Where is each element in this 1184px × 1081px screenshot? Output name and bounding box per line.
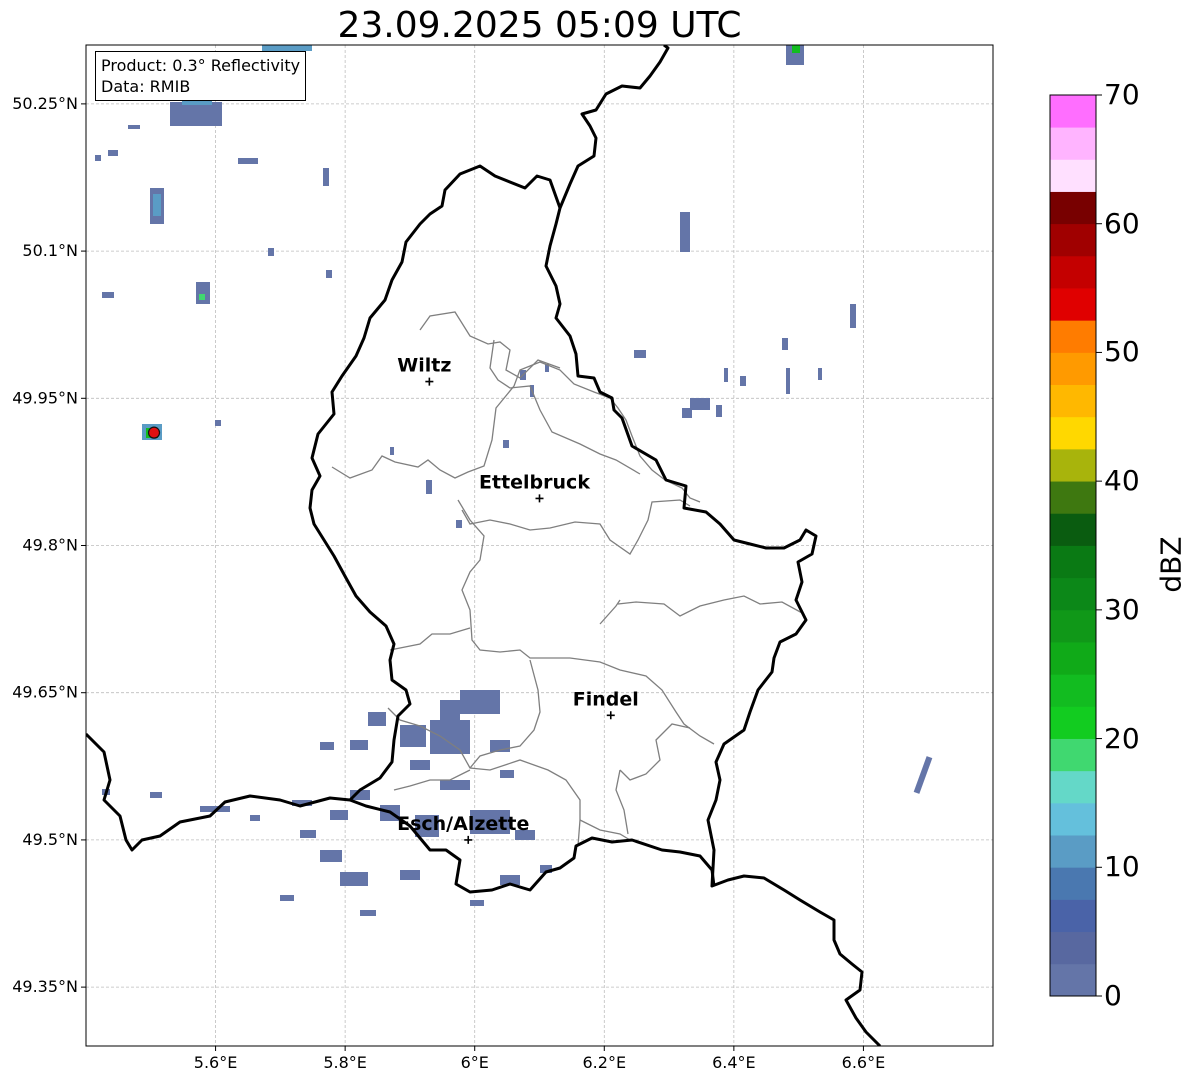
colorbar-segment bbox=[1050, 674, 1096, 707]
info-box: Product: 0.3° Reflectivity Data: RMIB bbox=[95, 51, 307, 101]
colorbar-segment bbox=[1050, 545, 1096, 579]
lon-tick-label: 6.6°E bbox=[842, 1053, 886, 1072]
colorbar-segment bbox=[1050, 899, 1096, 933]
lat-tick-label: 49.95°N bbox=[12, 388, 78, 407]
radar-map: 50.25°N 50.1°N 49.95°N 49.8°N 49.65°N 49.5°N 4… bbox=[12, 44, 1102, 1072]
data-source-label: Data: RMIB bbox=[101, 77, 191, 96]
colorbar-segment bbox=[1050, 191, 1096, 225]
city-label: Findel bbox=[573, 688, 639, 710]
colorbar-segment bbox=[1050, 320, 1096, 353]
radar-site-marker bbox=[147, 426, 161, 439]
colorbar-segment bbox=[1050, 416, 1096, 450]
colorbar-segment bbox=[1050, 802, 1096, 836]
colorbar-segment bbox=[1050, 931, 1096, 965]
colorbar-segment bbox=[1050, 770, 1096, 804]
city-marker: Wiltz bbox=[397, 355, 451, 386]
city-plus-icon bbox=[425, 377, 434, 386]
colorbar-tick-label: 30 bbox=[1104, 592, 1140, 626]
product-label: Product: 0.3° Reflectivity bbox=[101, 56, 301, 75]
colorbar-tick-label: 70 bbox=[1104, 78, 1140, 111]
city-label: Ettelbruck bbox=[479, 471, 590, 493]
colorbar-segment bbox=[1050, 384, 1096, 418]
district-borders bbox=[331, 311, 805, 847]
colorbar-segment bbox=[1050, 963, 1096, 997]
gridlines bbox=[86, 45, 993, 1046]
city-plus-icon bbox=[535, 494, 544, 503]
lon-tick-label: 6.2°E bbox=[583, 1053, 627, 1072]
colorbar-segment bbox=[1050, 448, 1096, 482]
lat-tick-label: 49.65°N bbox=[12, 683, 78, 702]
lon-tick-label: 6°E bbox=[461, 1053, 489, 1072]
city-marker: Ettelbruck bbox=[479, 471, 590, 503]
colorbar-segment bbox=[1050, 255, 1096, 289]
colorbar-segment bbox=[1050, 481, 1096, 514]
colorbar-segment bbox=[1050, 223, 1096, 257]
colorbar-segment bbox=[1050, 127, 1096, 160]
colorbar-segment bbox=[1050, 513, 1096, 546]
colorbar-segment bbox=[1050, 352, 1096, 386]
lat-tick-label: 49.5°N bbox=[22, 830, 78, 849]
colorbar-segment bbox=[1050, 706, 1096, 739]
colorbar-segment bbox=[1050, 577, 1096, 611]
city-plus-icon bbox=[606, 711, 615, 720]
axis-ticks: 50.25°N 50.1°N 49.95°N 49.8°N 49.65°N 49.5°N 4… bbox=[12, 94, 885, 1072]
city-label: Esch/Alzette bbox=[397, 813, 529, 835]
lon-tick-label: 5.6°E bbox=[194, 1053, 238, 1072]
colorbar-tick-label: 0 bbox=[1104, 979, 1122, 1012]
lat-tick-label: 49.35°N bbox=[12, 977, 78, 996]
colorbar-segment bbox=[1050, 867, 1096, 900]
lat-tick-label: 50.25°N bbox=[12, 94, 78, 113]
colorbar-segment bbox=[1050, 95, 1096, 128]
city-label: Wiltz bbox=[397, 355, 451, 377]
city-marker: Findel bbox=[573, 688, 639, 720]
lon-tick-label: 5.8°E bbox=[323, 1053, 367, 1072]
lat-tick-label: 49.8°N bbox=[22, 536, 78, 555]
city-marker: Esch/Alzette bbox=[397, 813, 529, 844]
colorbar-segment bbox=[1050, 835, 1096, 868]
city-plus-icon bbox=[464, 835, 473, 844]
colorbar-segment bbox=[1050, 288, 1096, 321]
colorbar bbox=[1049, 94, 1102, 997]
colorbar-tick-label: 40 bbox=[1104, 464, 1140, 498]
colorbar-tick-label: 20 bbox=[1104, 721, 1140, 755]
lon-tick-label: 6.4°E bbox=[712, 1053, 756, 1072]
colorbar-label: dBZ bbox=[1154, 536, 1184, 593]
colorbar-tick-label: 60 bbox=[1104, 206, 1140, 240]
colorbar-tick-label: 10 bbox=[1104, 850, 1140, 884]
colorbar-segment bbox=[1050, 738, 1096, 772]
colorbar-segment bbox=[1050, 642, 1096, 675]
city-markers: Wiltz Ettelbruck Findel Esch/Alzette bbox=[397, 355, 639, 844]
colorbar-segment bbox=[1050, 609, 1096, 643]
lat-tick-label: 50.1°N bbox=[22, 241, 78, 260]
colorbar-tick-label: 50 bbox=[1104, 335, 1140, 369]
colorbar-segment bbox=[1050, 159, 1096, 192]
